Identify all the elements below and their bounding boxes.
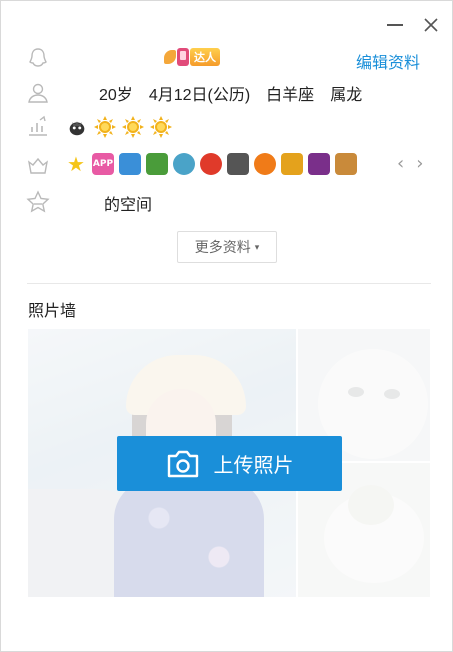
app-icon[interactable]: APP — [92, 153, 114, 175]
music-icon[interactable] — [254, 153, 276, 175]
service-pager: ‹ › — [397, 153, 423, 174]
camera-icon — [167, 450, 198, 477]
user-icon — [25, 80, 51, 106]
phone-icon — [177, 48, 189, 66]
level-icons[interactable] — [65, 115, 173, 139]
close-icon — [424, 18, 438, 32]
sun-icon — [149, 115, 173, 139]
age-text: 20岁 — [99, 87, 133, 104]
photo-icon[interactable] — [119, 153, 141, 175]
talent-badge-label: 达人 — [190, 48, 220, 66]
eyeball-icon[interactable] — [173, 153, 195, 175]
star-icon[interactable]: ★ — [65, 152, 87, 176]
profile-info-row: 20岁 4月12日(公历) 白羊座 属龙 — [99, 81, 362, 105]
level-chart-icon — [25, 113, 51, 139]
zodiac-text: 白羊座 — [266, 87, 315, 104]
upload-photo-label: 上传照片 — [213, 455, 294, 477]
sun-icon — [121, 115, 145, 139]
more-info-label: 更多资料 — [194, 239, 251, 255]
minimize-button[interactable] — [383, 13, 407, 37]
edit-profile-link[interactable]: 编辑资料 — [356, 49, 420, 73]
service-icons: ★ APP — [65, 152, 357, 176]
chinese-zodiac-text: 属龙 — [330, 87, 363, 104]
cow-icon[interactable] — [227, 153, 249, 175]
penguin-crown-icon — [65, 115, 89, 139]
prev-arrow-icon[interactable]: ‹ — [397, 153, 404, 174]
upload-photo-button[interactable]: 上传照片 — [117, 436, 342, 491]
wing-icon — [164, 50, 176, 64]
space-link[interactable]: 的空间 — [104, 191, 152, 215]
pet-icon[interactable] — [335, 153, 357, 175]
coin-icon[interactable] — [281, 153, 303, 175]
crown-icon — [25, 152, 51, 178]
birthday-text: 4月12日(公历) — [148, 87, 251, 104]
minimize-icon — [387, 24, 403, 26]
more-info-button[interactable]: 更多资料 ▾ — [177, 231, 277, 263]
badge-2-icon[interactable] — [200, 153, 222, 175]
star-outline-icon — [25, 189, 51, 215]
sparkle-icon[interactable] — [308, 153, 330, 175]
gift-icon[interactable] — [146, 153, 168, 175]
caret-down-icon: ▾ — [254, 241, 260, 252]
next-arrow-icon[interactable]: › — [416, 153, 423, 174]
photo-wall-title: 照片墙 — [28, 303, 77, 320]
close-button[interactable] — [419, 13, 443, 37]
divider — [27, 283, 431, 284]
talent-badge[interactable]: 达人 — [164, 45, 222, 69]
penguin-icon — [25, 45, 51, 71]
sun-icon — [93, 115, 117, 139]
profile-window: 达人 编辑资料 20岁 4月12日(公历) 白羊座 属龙 ★ APP ‹ › 的… — [0, 0, 453, 652]
